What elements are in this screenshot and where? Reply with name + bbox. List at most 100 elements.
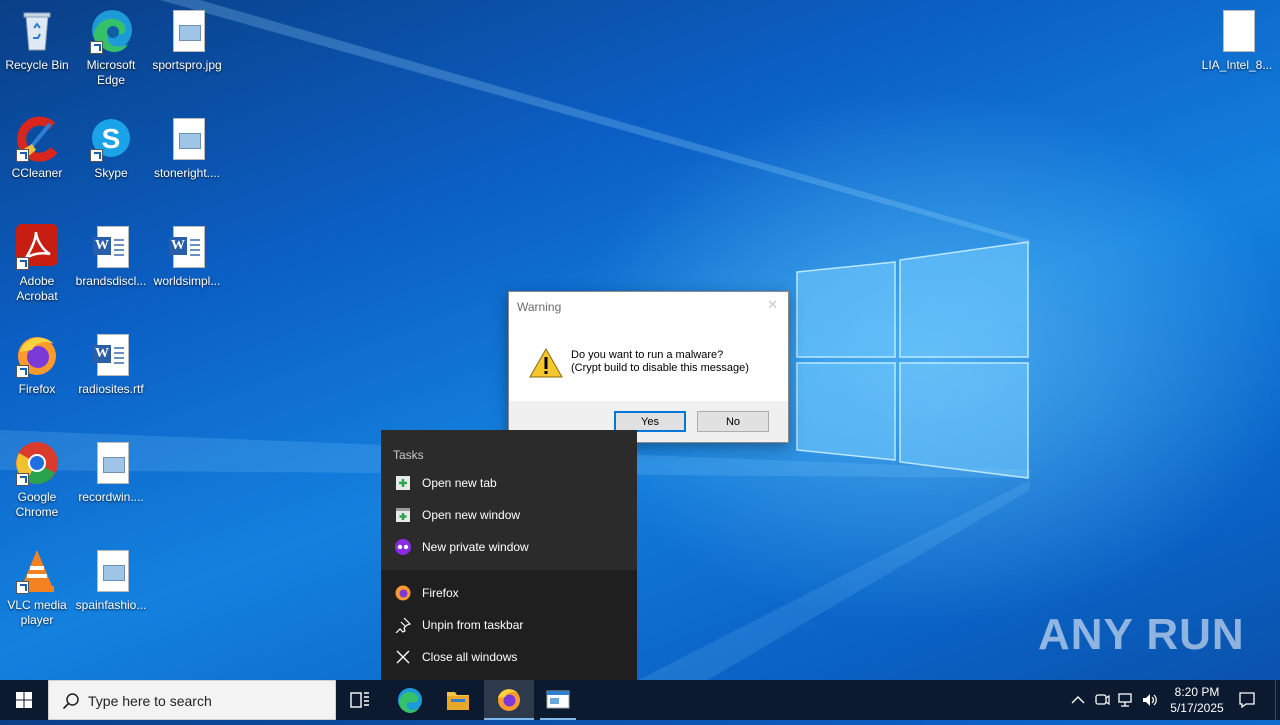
desktop-icon-worldsimpl[interactable]: W worldsimpl... bbox=[150, 224, 224, 289]
task-view-button[interactable] bbox=[336, 680, 384, 720]
desktop-icon-label: radiosites.rtf bbox=[78, 382, 144, 396]
desktop-icon-firefox[interactable]: Firefox bbox=[0, 332, 74, 397]
desktop-icon-ccleaner[interactable]: CCleaner bbox=[0, 116, 74, 181]
desktop-icon-microsoft-edge[interactable]: Microsoft Edge bbox=[74, 8, 148, 88]
desktop-icon-label: Skype bbox=[94, 166, 128, 180]
firefox-icon bbox=[395, 585, 411, 601]
desktop-icon-spainfashio[interactable]: spainfashio... bbox=[74, 548, 148, 613]
taskbar-dialog-app[interactable] bbox=[534, 680, 582, 720]
close-icon[interactable]: ✕ bbox=[767, 297, 778, 313]
meet-now-icon[interactable] bbox=[1093, 691, 1111, 709]
warning-dialog: Warning ✕ Do you want to run a malware? … bbox=[508, 291, 789, 443]
taskbar: Type here to search 8:20 PM 5/17/2025 bbox=[0, 680, 1280, 720]
jump-item-label: Firefox bbox=[422, 586, 459, 600]
task-view-icon bbox=[350, 692, 369, 708]
jump-item-label: Open new window bbox=[422, 508, 521, 522]
anyrun-watermark: ANY RUN bbox=[1038, 610, 1245, 660]
taskbar-file-explorer[interactable] bbox=[434, 680, 482, 720]
desktop-icon-stoneright[interactable]: stoneright.... bbox=[150, 116, 224, 181]
image-file-icon bbox=[164, 8, 210, 54]
ccleaner-icon bbox=[14, 116, 60, 162]
desktop-icon-recycle-bin[interactable]: Recycle Bin bbox=[0, 8, 74, 73]
image-file-icon bbox=[88, 440, 134, 486]
search-placeholder: Type here to search bbox=[88, 693, 212, 709]
jump-item-open-new-window[interactable]: Open new window bbox=[381, 499, 637, 531]
desktop-icon-label: spainfashio... bbox=[75, 598, 147, 612]
desktop-icon-google-chrome[interactable]: Google Chrome bbox=[0, 440, 74, 520]
desktop-icon-skype[interactable]: S Skype bbox=[74, 116, 148, 181]
desktop-icon-vlc[interactable]: VLC media player bbox=[0, 548, 74, 628]
desktop-icon-brandsdiscl[interactable]: W brandsdiscl... bbox=[74, 224, 148, 289]
desktop-icon-label: Adobe Acrobat bbox=[16, 274, 58, 303]
firefox-jump-list: Tasks Open new tab Open new window New p… bbox=[381, 430, 637, 680]
desktop-icon-label: brandsdiscl... bbox=[75, 274, 147, 288]
word-file-icon: W bbox=[88, 224, 134, 270]
window-app-icon bbox=[546, 690, 570, 709]
image-file-icon bbox=[164, 116, 210, 162]
firefox-icon bbox=[14, 332, 60, 378]
jump-item-new-private-window[interactable]: New private window bbox=[381, 531, 637, 563]
new-tab-icon bbox=[396, 476, 410, 490]
taskbar-firefox[interactable] bbox=[484, 680, 534, 720]
desktop-icon-sportspro[interactable]: sportspro.jpg bbox=[150, 8, 224, 73]
yes-button[interactable]: Yes bbox=[614, 411, 686, 432]
firefox-icon bbox=[498, 689, 520, 711]
notification-center-icon[interactable] bbox=[1238, 691, 1256, 709]
folder-icon bbox=[447, 692, 469, 710]
desktop-icon-label: recordwin.... bbox=[78, 490, 144, 504]
recycle-bin-icon bbox=[14, 8, 60, 54]
show-desktop-button[interactable] bbox=[1275, 680, 1280, 720]
warning-icon bbox=[529, 348, 563, 378]
jump-item-open-new-tab[interactable]: Open new tab bbox=[381, 467, 637, 499]
desktop-icon-radiosites[interactable]: W radiosites.rtf bbox=[74, 332, 148, 397]
close-icon bbox=[396, 650, 410, 664]
volume-icon[interactable] bbox=[1141, 691, 1159, 709]
clock[interactable]: 8:20 PM 5/17/2025 bbox=[1160, 684, 1234, 716]
desktop-icon-label: Firefox bbox=[18, 382, 56, 396]
edge-icon bbox=[88, 8, 134, 54]
dialog-message: Do you want to run a malware? (Crypt bui… bbox=[571, 349, 749, 375]
jump-item-firefox[interactable]: Firefox bbox=[381, 577, 637, 609]
image-file-icon bbox=[88, 548, 134, 594]
shortcut-arrow-icon bbox=[16, 473, 29, 486]
dialog-message-line2: (Crypt build to disable this message) bbox=[571, 362, 749, 374]
desktop-icon-label: Microsoft Edge bbox=[86, 58, 136, 87]
windows-logo-icon bbox=[16, 692, 32, 708]
desktop-icon-label: sportspro.jpg bbox=[152, 58, 222, 72]
no-button[interactable]: No bbox=[697, 411, 769, 432]
desktop-icon-label: worldsimpl... bbox=[153, 274, 221, 288]
desktop-icon-recordwin[interactable]: recordwin.... bbox=[74, 440, 148, 505]
desktop-icon-adobe-acrobat[interactable]: Adobe Acrobat bbox=[0, 224, 74, 304]
clock-date: 5/17/2025 bbox=[1170, 701, 1224, 715]
edge-icon bbox=[398, 688, 422, 713]
start-button[interactable] bbox=[0, 680, 48, 720]
jump-item-close-all[interactable]: Close all windows bbox=[381, 641, 637, 673]
shortcut-arrow-icon bbox=[16, 149, 29, 162]
word-file-icon: W bbox=[164, 224, 210, 270]
desktop-icon-label: CCleaner bbox=[11, 166, 63, 180]
dialog-title: Warning bbox=[517, 300, 562, 314]
skype-icon: S bbox=[88, 116, 134, 162]
svg-text:S: S bbox=[102, 123, 121, 154]
shortcut-arrow-icon bbox=[16, 365, 29, 378]
desktop-icon-lia-intel[interactable]: LIA_Intel_8... bbox=[1200, 8, 1274, 73]
acrobat-icon bbox=[14, 224, 60, 270]
private-window-icon bbox=[395, 539, 411, 555]
desktop-icon-label: LIA_Intel_8... bbox=[1201, 58, 1273, 72]
jump-list-header: Tasks bbox=[393, 448, 424, 462]
jump-item-unpin[interactable]: Unpin from taskbar bbox=[381, 609, 637, 641]
jump-item-label: Open new tab bbox=[422, 476, 497, 490]
taskbar-edge[interactable] bbox=[386, 680, 434, 720]
network-icon[interactable] bbox=[1117, 691, 1135, 709]
shortcut-arrow-icon bbox=[16, 581, 29, 594]
chrome-icon bbox=[14, 440, 60, 486]
shortcut-arrow-icon bbox=[90, 41, 103, 54]
desktop-icon-label: VLC media player bbox=[7, 598, 67, 627]
jump-item-label: New private window bbox=[422, 540, 529, 554]
desktop-icon-label: Google Chrome bbox=[15, 490, 59, 519]
shortcut-arrow-icon bbox=[16, 257, 29, 270]
show-hidden-icons-chevron-icon[interactable] bbox=[1068, 692, 1088, 708]
jump-list-app-section: Firefox Unpin from taskbar Close all win… bbox=[381, 570, 637, 680]
vlc-icon bbox=[14, 548, 60, 594]
search-box[interactable]: Type here to search bbox=[48, 680, 336, 720]
